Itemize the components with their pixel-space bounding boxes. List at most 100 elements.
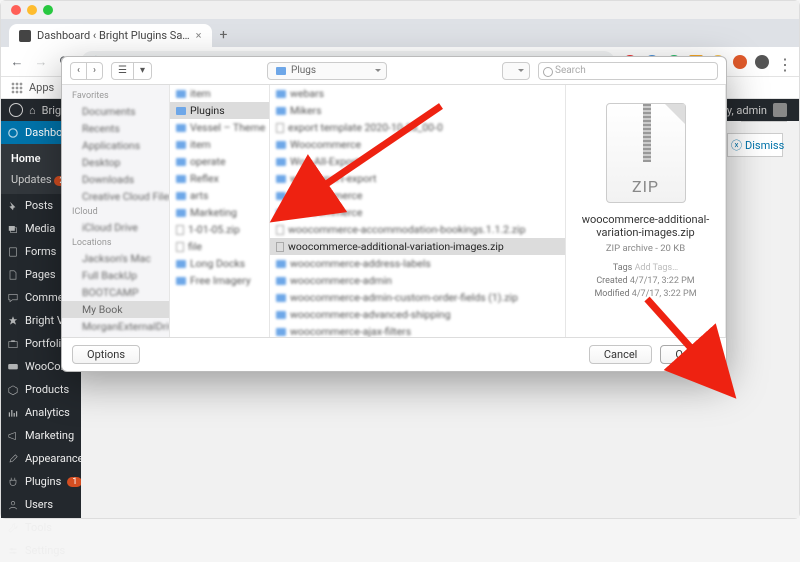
finder-search[interactable]: Search: [538, 62, 718, 80]
list-item[interactable]: Free Imagery: [170, 272, 269, 289]
list-item-selected[interactable]: Plugins: [170, 102, 269, 119]
sidebar-item-label: Media: [25, 222, 55, 235]
sidebar-item-selected[interactable]: My Book: [62, 301, 169, 318]
list-item-selected[interactable]: woocommerce-additional-variation-images.…: [270, 238, 565, 255]
minimize-window-icon[interactable]: [27, 5, 37, 15]
sidebar-item[interactable]: BOOTCAMP: [62, 284, 169, 301]
back-button[interactable]: ←: [9, 54, 25, 70]
sidebar-item-tools[interactable]: Tools: [1, 516, 81, 539]
sidebar-item[interactable]: Recents: [62, 120, 169, 137]
profile-avatar-icon[interactable]: [755, 55, 769, 69]
sidebar-item[interactable]: Downloads: [62, 171, 169, 188]
forward-button[interactable]: →: [33, 54, 49, 70]
list-item[interactable]: 1-01-05.zip: [170, 221, 269, 238]
list-item[interactable]: arts: [170, 187, 269, 204]
tab-dashboard[interactable]: Dashboard ‹ Bright Plugins Sa… ×: [9, 24, 212, 47]
maximize-window-icon[interactable]: [43, 5, 53, 15]
options-button[interactable]: Options: [72, 345, 140, 364]
page-icon: [7, 269, 19, 281]
sidebar-item[interactable]: Applications: [62, 137, 169, 154]
sidebar-item-label: Posts: [25, 199, 53, 212]
sidebar-item-label: Pages: [25, 268, 56, 281]
wp-logo-icon[interactable]: [9, 103, 23, 117]
home-icon[interactable]: ⌂: [29, 104, 36, 117]
dismiss-notice[interactable]: ⓧ Dismiss: [727, 133, 783, 157]
apps-label[interactable]: Apps: [29, 81, 54, 94]
sidebar-item[interactable]: MorganExternalDrive: [62, 318, 169, 335]
sidebar-item-users[interactable]: Users: [1, 493, 81, 516]
list-item[interactable]: Mikers: [270, 102, 565, 119]
sidebar-item[interactable]: Jackson's Mac: [62, 250, 169, 267]
chrome-menu-icon[interactable]: ⋮: [777, 55, 791, 69]
sidebar-item[interactable]: Remote Disc: [62, 335, 169, 337]
sidebar-item-marketing[interactable]: Marketing: [1, 424, 81, 447]
finder-toolbar: ‹› ☰▾ Plugs Search: [62, 57, 726, 85]
dashboard-icon: [7, 127, 19, 139]
close-window-icon[interactable]: [11, 5, 21, 15]
preview-pane: ZIP woocommerce-additional-variation-ima…: [566, 85, 726, 337]
list-item[interactable]: item: [170, 136, 269, 153]
pin-icon: [7, 200, 19, 212]
chevron-left-icon[interactable]: ‹: [71, 63, 87, 79]
woo-icon: [7, 361, 19, 373]
list-item[interactable]: woo-import-export: [270, 170, 565, 187]
sidebar-item-products[interactable]: Products: [1, 378, 81, 401]
list-item[interactable]: woocommerce-address-labels: [270, 255, 565, 272]
user-avatar-icon[interactable]: [773, 103, 787, 117]
sidebar-item-label: Products: [25, 383, 69, 396]
list-item[interactable]: woocommerce-ajax-filters: [270, 323, 565, 337]
list-item[interactable]: woocommerce-accommodation-bookings.1.1.2…: [270, 221, 565, 238]
sidebar-item-label: Analytics: [25, 406, 70, 419]
list-item[interactable]: Long Docks: [170, 255, 269, 272]
list-item[interactable]: export template 2020-10-28_00-0: [270, 119, 565, 136]
sidebar-item[interactable]: Documents: [62, 103, 169, 120]
sidebar-item-analytics[interactable]: Analytics: [1, 401, 81, 424]
sidebar-item[interactable]: iCloud Drive: [62, 219, 169, 236]
zip-preview-icon: ZIP: [606, 103, 686, 203]
list-item[interactable]: webars: [270, 85, 565, 102]
new-tab-button[interactable]: +: [212, 23, 236, 47]
list-item[interactable]: woocommerce-advanced-shipping: [270, 306, 565, 323]
sidebar-item[interactable]: Desktop: [62, 154, 169, 171]
comment-icon: [7, 292, 19, 304]
zip-file-icon: [276, 242, 284, 252]
marketing-icon: [7, 430, 19, 442]
product-icon: [7, 384, 19, 396]
list-item[interactable]: Reflex: [170, 170, 269, 187]
apps-icon[interactable]: [11, 82, 23, 94]
tool-icon: [7, 522, 19, 534]
tab-close-icon[interactable]: ×: [196, 29, 202, 42]
list-item[interactable]: operate: [170, 153, 269, 170]
list-item[interactable]: WooCommerce: [270, 187, 565, 204]
column-view-icon[interactable]: ☰: [112, 63, 134, 79]
sidebar-item[interactable]: Full BackUp: [62, 267, 169, 284]
list-item[interactable]: Marketing: [170, 204, 269, 221]
open-button[interactable]: Open: [660, 345, 716, 364]
list-item[interactable]: Vessel – Theme: [170, 119, 269, 136]
sidebar-item-appearance[interactable]: Appearance: [1, 447, 81, 470]
folder-popup[interactable]: Plugs: [267, 62, 387, 80]
user-icon: [7, 499, 19, 511]
sidebar-item-label: Plugins: [25, 475, 61, 488]
sidebar-item-plugins[interactable]: Plugins 1: [1, 470, 81, 493]
tab-favicon: [19, 30, 31, 42]
list-item[interactable]: WooCommerce: [270, 204, 565, 221]
sidebar-item[interactable]: Creative Cloud Files: [62, 188, 169, 205]
arrange-popup[interactable]: [502, 62, 530, 80]
ext-icon[interactable]: [733, 55, 747, 69]
cancel-button[interactable]: Cancel: [589, 345, 652, 364]
list-item[interactable]: Woocommerce: [270, 136, 565, 153]
add-tags[interactable]: Add Tags…: [635, 263, 679, 273]
chevron-right-icon[interactable]: ›: [87, 63, 102, 79]
list-item[interactable]: file: [170, 238, 269, 255]
nav-back-forward[interactable]: ‹›: [70, 62, 103, 80]
view-mode-toggle[interactable]: ☰▾: [111, 62, 152, 80]
window-titlebar: [1, 1, 799, 19]
list-item[interactable]: woocommerce-admin: [270, 272, 565, 289]
chevron-down-icon[interactable]: ▾: [134, 63, 151, 79]
list-item[interactable]: Woo-All-Export: [270, 153, 565, 170]
list-item[interactable]: item: [170, 85, 269, 102]
sidebar-item-label: Users: [25, 498, 53, 511]
sidebar-item-settings[interactable]: Settings: [1, 539, 81, 562]
list-item[interactable]: woocommerce-admin-custom-order-fields (1…: [270, 289, 565, 306]
